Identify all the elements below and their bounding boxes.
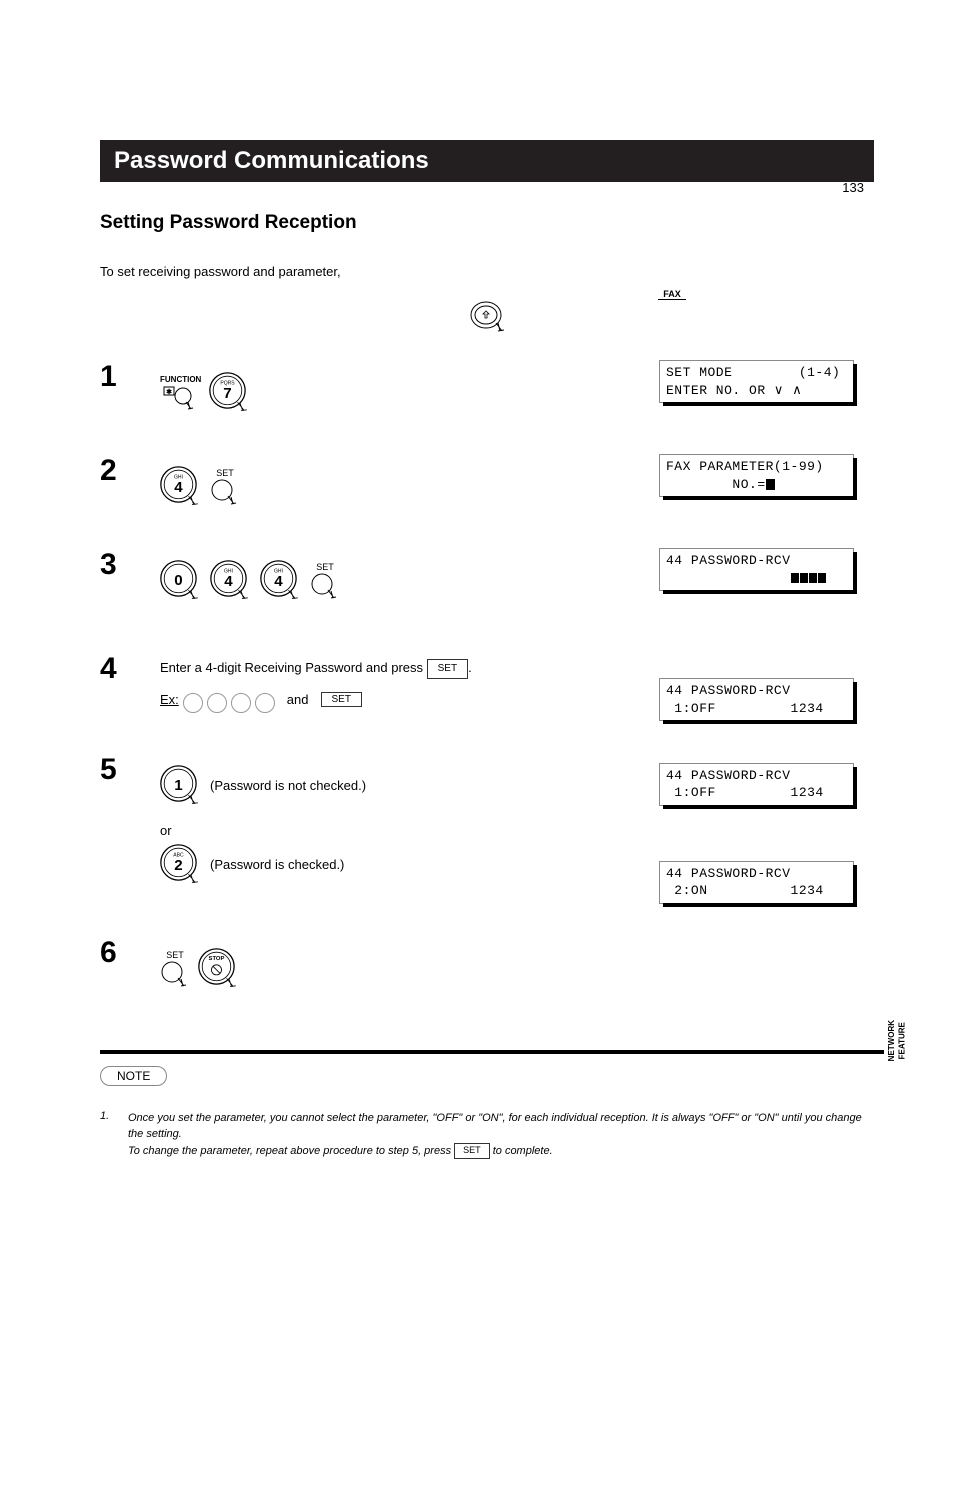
set-icon <box>310 572 340 602</box>
cursor-icon <box>766 479 775 490</box>
step-5: 5 1 (Password is not checked.) 44 PASSWO… <box>100 753 874 807</box>
step-6: 6 SET STOP <box>100 936 874 990</box>
stop-button: STOP <box>198 948 240 990</box>
digit-1-button: 1 <box>160 765 202 807</box>
svg-text:4: 4 <box>224 573 233 590</box>
step-number: 6 <box>100 936 160 990</box>
step-3: 3 0 GHI 4 GHI <box>100 548 874 602</box>
digit-0-button: 0 <box>160 560 202 602</box>
fax-label: FAX <box>658 289 686 300</box>
circle-icon <box>207 693 227 713</box>
fax-button: FAX <box>470 289 874 340</box>
circle-icon <box>231 693 251 713</box>
footer-rule <box>100 1050 884 1054</box>
lcd-display-5b: 44 PASSWORD-RCV 2:ON 1234 <box>659 861 854 904</box>
set-button: SET <box>210 468 240 508</box>
lcd-display-2: FAX PARAMETER(1-99) NO.= <box>659 454 854 497</box>
set-label: SET <box>316 562 334 572</box>
step-2: 2 GHI 4 SET FAX PARAMETER <box>100 454 874 508</box>
step-number: 3 <box>100 548 160 602</box>
step-1: 1 FUNCTION ✱ PQRS 7 <box>100 360 874 414</box>
step-5b: or ABC 2 (Password is checked.) 44 PASSW… <box>100 817 874 886</box>
step-number: 1 <box>100 360 160 414</box>
set-key-inline: SET <box>321 692 362 707</box>
lcd-display-5a: 44 PASSWORD-RCV 1:OFF 1234 <box>659 763 854 806</box>
step-number: 2 <box>100 454 160 508</box>
digit-4-button: GHI 4 <box>210 560 252 602</box>
circle-icon <box>183 693 203 713</box>
step-4-text: Enter a 4-digit Receiving Password and p… <box>160 658 874 679</box>
digit-2-button: ABC 2 <box>160 844 202 886</box>
section-heading: Setting Password Reception <box>100 212 874 234</box>
sidebar-label: NETWORKFEATURE <box>887 1020 908 1061</box>
svg-text:4: 4 <box>174 479 183 496</box>
set-button: SET <box>160 950 190 990</box>
title-bar: Password Communications <box>100 140 874 182</box>
circle-icon <box>255 693 275 713</box>
set-icon <box>160 960 190 990</box>
svg-text:7: 7 <box>224 385 232 402</box>
note-text: Once you set the parameter, you cannot s… <box>128 1110 874 1160</box>
digit-4-button: GHI 4 <box>260 560 302 602</box>
or-text: or <box>160 823 874 838</box>
svg-text:0: 0 <box>174 572 182 589</box>
note-section: NOTE 1. Once you set the parameter, you … <box>100 1066 874 1160</box>
set-label: SET <box>216 468 234 478</box>
ex-label: Ex: <box>160 692 179 707</box>
step-5a-desc: (Password is not checked.) <box>210 778 366 793</box>
digit-4-button: GHI 4 <box>160 466 202 508</box>
svg-text:4: 4 <box>274 573 283 590</box>
lcd-display-1: SET MODE (1-4) ENTER NO. OR ∨ ∧ <box>659 360 854 403</box>
note-number: 1. <box>100 1110 118 1160</box>
svg-text:✱: ✱ <box>166 388 172 396</box>
function-label: FUNCTION <box>160 375 201 384</box>
title-text: Password Communications <box>114 147 429 175</box>
step-4: 4 Enter a 4-digit Receiving Password and… <box>100 652 874 713</box>
page-number: 133 <box>842 180 864 195</box>
step-5b-desc: (Password is checked.) <box>210 857 344 872</box>
svg-text:STOP: STOP <box>209 956 225 962</box>
digit-7-button: PQRS 7 <box>209 372 251 414</box>
set-key-inline: SET <box>427 659 468 679</box>
fax-icon <box>470 301 510 335</box>
function-button: FUNCTION ✱ <box>160 375 201 414</box>
note-label: NOTE <box>100 1066 167 1086</box>
set-button: SET <box>310 562 340 602</box>
step-number: 4 <box>100 652 160 713</box>
digit-placeholders <box>183 693 275 713</box>
set-label: SET <box>166 950 184 960</box>
and-text: and <box>287 692 309 707</box>
step-number: 5 <box>100 753 160 807</box>
function-icon: ✱ <box>163 384 199 414</box>
svg-text:1: 1 <box>174 777 182 794</box>
svg-text:2: 2 <box>174 857 182 874</box>
set-icon <box>210 478 240 508</box>
lcd-display-4: 44 PASSWORD-RCV 1:OFF 1234 <box>659 678 854 721</box>
lcd-display-3: 44 PASSWORD-RCV <box>659 548 854 591</box>
intro-text: To set receiving password and parameter, <box>100 264 874 279</box>
set-key-inline: SET <box>454 1143 490 1159</box>
password-mask-icon <box>791 570 827 588</box>
